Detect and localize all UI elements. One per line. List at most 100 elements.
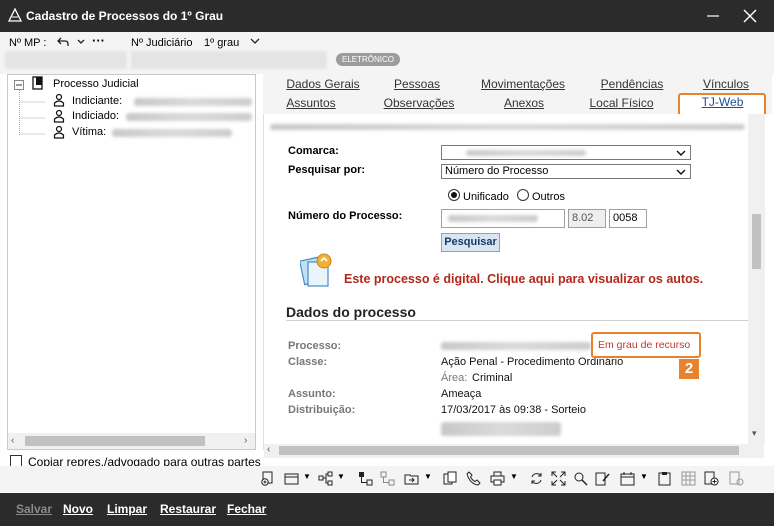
area-value: Criminal — [472, 372, 513, 384]
tree-branch-icon[interactable] — [358, 471, 373, 486]
distribuicao-label: Distribuição: — [288, 404, 356, 416]
bottom-bar: Salvar Novo Limpar Restaurar Fechar — [0, 493, 774, 526]
chevron-down-icon[interactable] — [75, 36, 87, 48]
dropdown-arrow-icon[interactable]: ▼ — [640, 472, 648, 481]
content-horizontal-scrollbar[interactable]: ‹ — [264, 444, 764, 458]
dropdown-arrow-icon[interactable]: ▼ — [424, 472, 432, 481]
scroll-left-icon[interactable]: ‹ — [267, 444, 270, 455]
restaurar-button[interactable]: Restaurar — [160, 502, 216, 516]
pesquisar-por-label: Pesquisar por: — [288, 164, 366, 176]
dropdown-arrow-icon[interactable]: ▼ — [337, 472, 345, 481]
search-person-icon[interactable] — [573, 471, 588, 486]
tree-item-label: Indiciado: — [72, 110, 120, 122]
tab-pendencias[interactable]: Pendências — [577, 77, 687, 91]
edit-document-icon[interactable] — [595, 471, 610, 486]
copy-document-icon[interactable] — [443, 471, 458, 486]
area-label: Área: — [441, 372, 468, 384]
minimize-icon[interactable] — [703, 6, 723, 26]
window-icon[interactable] — [284, 471, 299, 486]
tab-local-fisico[interactable]: Local Físico — [569, 96, 674, 110]
scroll-right-icon[interactable]: › — [244, 435, 247, 446]
clipboard-icon[interactable] — [657, 471, 672, 486]
tab-observacoes[interactable]: Observações — [359, 96, 479, 110]
assunto-value: Ameaça — [441, 388, 482, 400]
redacted-name — [112, 129, 232, 137]
mp-label: Nº MP : — [9, 37, 47, 49]
redacted-name — [126, 113, 252, 121]
radio-outros[interactable] — [517, 189, 529, 201]
dados-processo-title: Dados do processo — [286, 304, 416, 320]
more-icon[interactable]: ··· — [92, 33, 105, 48]
radio-unificado-label: Unificado — [463, 191, 509, 203]
limpar-button[interactable]: Limpar — [107, 502, 147, 516]
tab-movimentacoes[interactable]: Movimentações — [463, 77, 583, 91]
tab-assuntos[interactable]: Assuntos — [263, 96, 359, 110]
classe-label: Classe: — [288, 356, 328, 368]
fechar-button[interactable]: Fechar — [227, 502, 266, 516]
tab-anexos[interactable]: Anexos — [479, 96, 569, 110]
numero-processo-field[interactable] — [441, 209, 565, 228]
folder-transfer-icon[interactable] — [404, 471, 419, 486]
chevron-down-icon[interactable] — [676, 167, 686, 177]
redacted-comarca — [466, 150, 586, 156]
tree-item-label: Vítima: — [72, 126, 107, 138]
redacted-processo-number — [441, 342, 591, 350]
pesquisar-por-select[interactable]: Número do Processo — [441, 164, 691, 179]
scroll-thumb[interactable] — [25, 436, 205, 446]
calendar-icon[interactable] — [620, 471, 635, 486]
chevron-down-icon[interactable] — [676, 148, 686, 158]
link-tree-icon[interactable] — [380, 471, 395, 486]
salvar-button[interactable]: Salvar — [16, 502, 52, 516]
scroll-thumb[interactable] — [752, 214, 761, 269]
numero-segmento-field: 8.02 — [568, 209, 606, 228]
process-header: Nº MP : ··· Nº Judiciário 1º grau ELETRÔ… — [0, 32, 774, 74]
dropdown-arrow-icon[interactable]: ▼ — [510, 472, 518, 481]
callout-number-2: 2 — [679, 359, 699, 379]
degree-dropdown-icon[interactable] — [249, 35, 261, 47]
action-toolbar: ▼ ▼ ▼ ▼ ▼ — [0, 466, 774, 492]
tree-item-label: Indiciante: — [72, 95, 123, 107]
radio-outros-label: Outros — [532, 191, 566, 203]
comarca-select[interactable] — [441, 145, 691, 160]
close-icon[interactable] — [741, 7, 759, 25]
radio-unificado[interactable] — [448, 189, 460, 201]
person-icon — [53, 125, 65, 139]
tab-vinculos[interactable]: Vínculos — [681, 77, 771, 91]
collapse-icon[interactable] — [14, 80, 24, 90]
undo-icon[interactable] — [57, 36, 69, 48]
digital-document-icon[interactable] — [300, 252, 334, 290]
mp-number-field[interactable] — [5, 51, 127, 69]
settings-doc-icon[interactable] — [729, 471, 744, 486]
hierarchy-icon[interactable] — [318, 471, 333, 486]
numero-origem-field[interactable]: 0058 — [609, 209, 647, 228]
judicial-number-label: Nº Judiciário — [131, 37, 193, 49]
print-icon[interactable] — [490, 471, 505, 486]
refresh-icon[interactable] — [529, 471, 544, 486]
tab-pessoas[interactable]: Pessoas — [367, 77, 467, 91]
novo-button[interactable]: Novo — [63, 502, 93, 516]
dropdown-arrow-icon[interactable]: ▼ — [303, 472, 311, 481]
expand-icon[interactable] — [551, 471, 566, 486]
scroll-down-icon[interactable]: ▾ — [752, 428, 757, 439]
pesquisar-button[interactable]: Pesquisar — [441, 233, 500, 252]
numero-processo-label: Número do Processo: — [288, 210, 403, 222]
tree-root-label[interactable]: Processo Judicial — [53, 78, 139, 90]
section-divider — [286, 320, 748, 321]
assunto-label: Assunto: — [288, 388, 336, 400]
tab-dados-gerais[interactable]: Dados Gerais — [263, 77, 383, 91]
digital-process-link[interactable]: Este processo é digital. Clique aqui par… — [344, 272, 703, 286]
add-form-icon[interactable] — [704, 471, 719, 486]
person-icon — [53, 93, 65, 107]
parties-tree: Processo Judicial Indiciante: Indiciado:… — [7, 74, 256, 450]
scroll-thumb[interactable] — [279, 446, 739, 455]
grid-icon[interactable] — [681, 471, 696, 486]
app-logo-icon — [8, 8, 22, 22]
content-vertical-scrollbar[interactable]: ▾ — [748, 114, 765, 444]
phone-icon[interactable] — [466, 471, 481, 486]
scroll-left-icon[interactable]: ‹ — [11, 435, 14, 446]
add-document-icon[interactable] — [260, 471, 275, 486]
tree-horizontal-scrollbar[interactable]: ‹ › — [8, 433, 255, 449]
tj-web-panel: Comarca: Pesquisar por: Número do Proces… — [263, 114, 772, 458]
distribuicao-value: 17/03/2017 às 09:38 - Sorteio — [441, 404, 586, 416]
judicial-number-field[interactable] — [131, 51, 327, 69]
